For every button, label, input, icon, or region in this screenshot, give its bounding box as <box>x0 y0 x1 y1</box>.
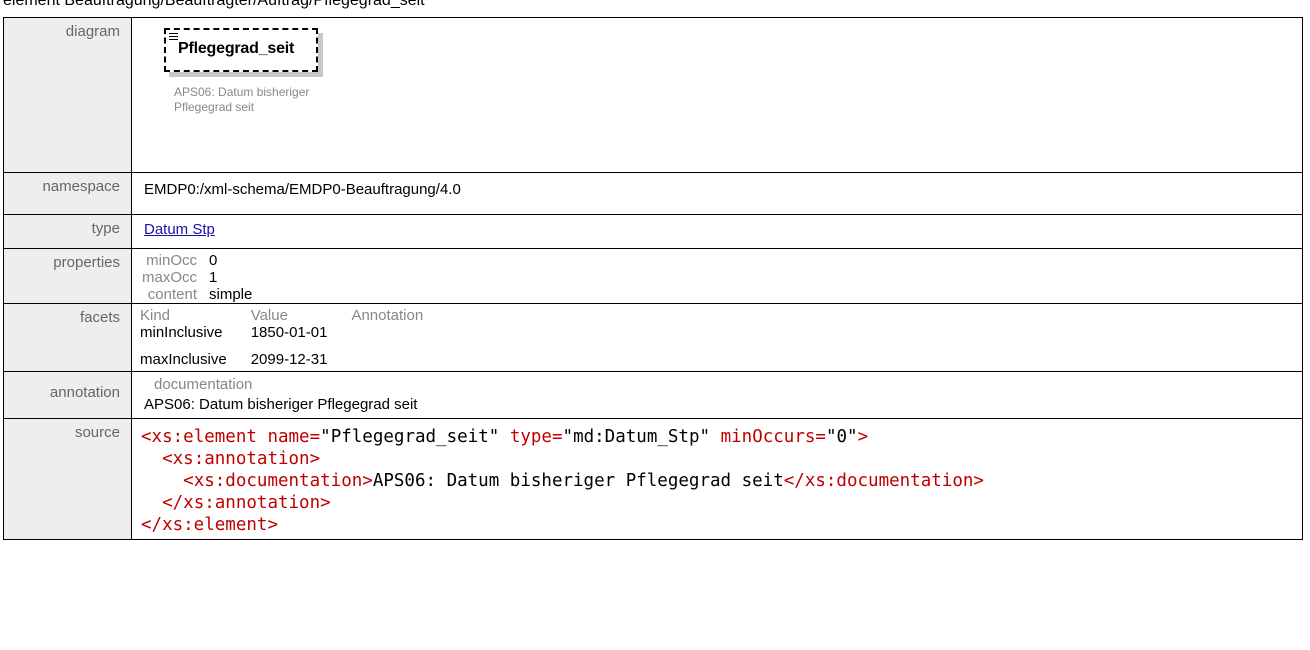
facet-kind: maxInclusive <box>140 351 227 368</box>
source-code: <xs:element name="Pflegegrad_seit" type=… <box>141 427 984 535</box>
row-namespace: namespace EMDP0:/xml-schema/EMDP0-Beauft… <box>3 172 1303 215</box>
lines-icon <box>169 33 178 41</box>
facet-kind: minInclusive <box>140 324 223 341</box>
property-key: minOcc <box>146 252 198 269</box>
facet-annotation <box>351 341 447 368</box>
property-key: content <box>147 286 198 303</box>
facets-header-annotation: Annotation <box>351 307 424 324</box>
type-link[interactable]: Datum Stp <box>144 221 215 238</box>
diagram-documentation: APS06: Datum bisheriger Pflegegrad seit <box>174 85 310 114</box>
row-source: source <xs:element name="Pflegegrad_seit… <box>3 418 1303 540</box>
facets-table: Kind Value Annotation minInclusive 1850-… <box>140 307 447 368</box>
row-annotation: annotation documentation APS06: Datum bi… <box>3 371 1303 419</box>
facets-header-value: Value <box>250 307 288 324</box>
row-properties: properties minOcc 0 maxOcc 1 content sim… <box>3 248 1303 304</box>
facet-value: 1850-01-01 <box>250 324 328 341</box>
property-value: 1 <box>209 269 218 286</box>
label-source: source <box>3 418 132 540</box>
property-row: minOcc 0 <box>142 252 264 269</box>
property-value: 0 <box>209 252 218 269</box>
property-key: maxOcc <box>142 269 198 286</box>
properties-table: minOcc 0 maxOcc 1 content simple <box>142 252 264 303</box>
label-properties: properties <box>3 248 132 304</box>
label-diagram: diagram <box>3 17 132 173</box>
namespace-value: EMDP0:/xml-schema/EMDP0-Beauftragung/4.0 <box>131 172 1303 215</box>
diagram-cell: Pflegegrad_seit APS06: Datum bisheriger … <box>131 17 1303 173</box>
label-namespace: namespace <box>3 172 132 215</box>
property-row: maxOcc 1 <box>142 269 264 286</box>
annotation-key: documentation <box>154 376 253 393</box>
facet-annotation <box>351 324 447 341</box>
element-details-table: diagram Pflegegrad_seit APS06: Datum bis… <box>3 17 1303 540</box>
row-diagram: diagram Pflegegrad_seit APS06: Datum bis… <box>3 17 1303 173</box>
element-box[interactable]: Pflegegrad_seit <box>164 28 318 72</box>
label-type: type <box>3 214 132 249</box>
facet-row: minInclusive 1850-01-01 <box>140 324 447 341</box>
row-facets: facets Kind Value Annotation minInclusiv… <box>3 303 1303 372</box>
property-row: content simple <box>142 286 264 303</box>
element-diagram: Pflegegrad_seit APS06: Datum bisheriger … <box>144 18 1302 172</box>
facet-value: 2099-12-31 <box>250 351 328 368</box>
facet-row: maxInclusive 2099-12-31 <box>140 341 447 368</box>
row-type: type Datum Stp <box>3 214 1303 249</box>
annotation-text: APS06: Datum bisheriger Pflegegrad seit <box>144 396 418 413</box>
facets-header-kind: Kind <box>140 307 171 324</box>
facets-header: Kind Value Annotation <box>140 307 447 324</box>
element-name: Pflegegrad_seit <box>178 40 295 57</box>
label-annotation: annotation <box>3 371 132 419</box>
label-facets: facets <box>3 303 132 372</box>
property-value: simple <box>209 286 253 303</box>
page-heading: element Beauftragung/Beauftragter/Auftra… <box>3 0 425 9</box>
